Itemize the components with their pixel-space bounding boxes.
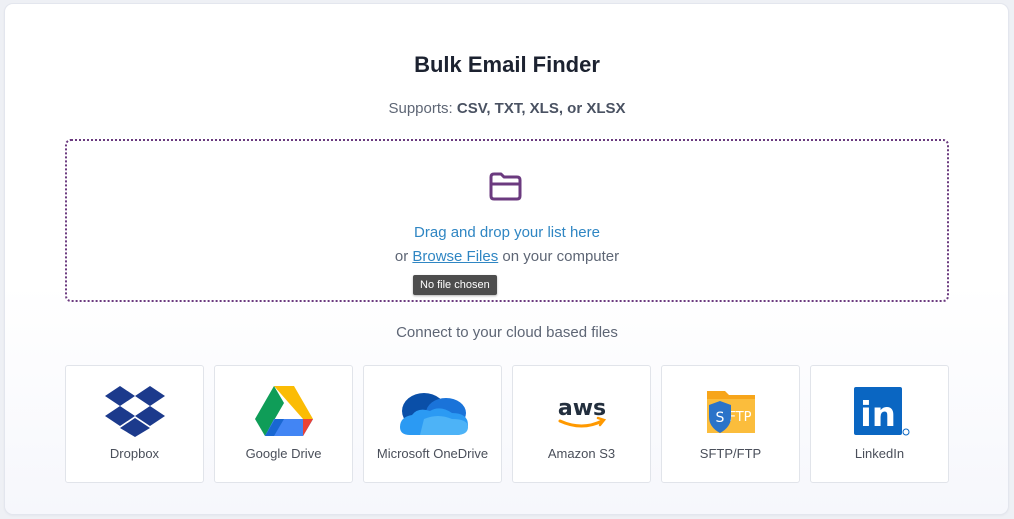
onedrive-icon [399,393,468,435]
dropbox-tile[interactable]: Dropbox [65,365,204,483]
drag-drop-text: Drag and drop your list here [414,224,600,241]
provider-label: Microsoft OneDrive [376,446,489,461]
browse-files-link[interactable]: Browse Files [412,248,498,265]
supports-formats: CSV, TXT, XLS, or XLSX [456,100,626,117]
amazon-s3-tile[interactable]: aws Amazon S3 [512,365,651,483]
cloud-heading: Connect to your cloud based files [396,324,618,341]
onedrive-tile[interactable]: Microsoft OneDrive [363,365,502,483]
sftp-icon: FTP S [706,391,755,433]
sftp-badge-text: S [715,410,724,426]
linkedin-icon: in [853,387,909,436]
file-dropzone[interactable] [65,139,949,302]
browse-suffix: on your computer [498,248,620,265]
sftp-logo-text: FTP [728,410,751,425]
provider-label: Amazon S3 [547,446,616,461]
file-input-tooltip: No file chosen [413,275,497,295]
google-drive-tile[interactable]: Google Drive [214,365,353,483]
linkedin-logo-text: in [860,395,896,435]
google-drive-icon [254,386,313,436]
provider-label: SFTP/FTP [699,446,762,461]
browse-line: or Browse Files on your computer [0,248,1014,265]
provider-label: LinkedIn [854,446,905,461]
page-title: Bulk Email Finder [414,52,600,77]
supported-formats: Supports: CSV, TXT, XLS, or XLSX [0,100,1014,117]
browse-prefix: or [394,248,413,265]
provider-label: Google Drive [245,446,322,461]
folder-open-icon [489,172,522,201]
provider-label: Dropbox [109,446,160,461]
sftp-ftp-tile[interactable]: FTP S SFTP/FTP [661,365,800,483]
aws-icon: aws [557,396,606,428]
dropbox-icon [104,386,165,437]
linkedin-tile[interactable]: in LinkedIn [810,365,949,483]
supports-prefix: Supports: [388,100,457,117]
cloud-provider-list: Dropbox Google Drive Microsoft OneDrive … [65,365,950,483]
